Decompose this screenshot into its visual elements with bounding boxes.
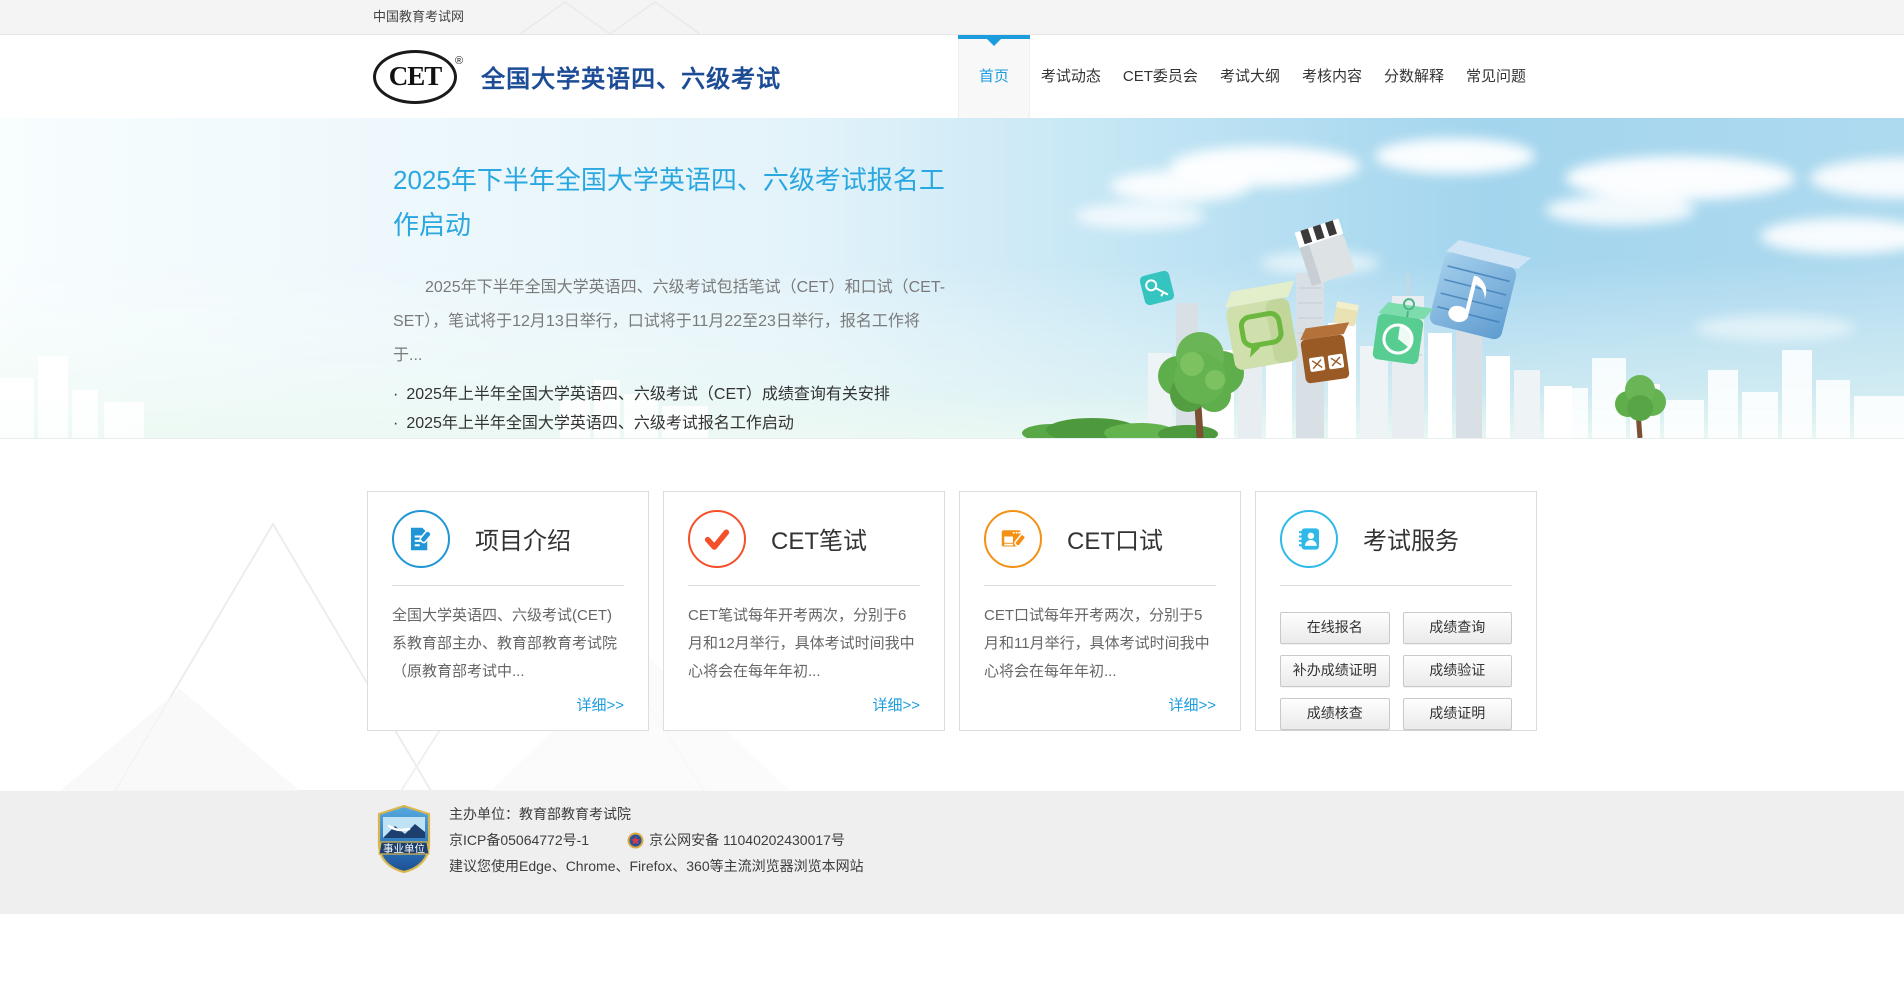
main-nav: 首页 考试动态 CET委员会 考试大纲 考核内容 分数解释 常见问题: [957, 35, 1537, 118]
document-pencil-icon: [392, 509, 450, 568]
nav-item-cet-committee[interactable]: CET委员会: [1112, 35, 1209, 118]
news-list-item[interactable]: 2025年上半年全国大学英语四、六级考试（CET）成绩查询有关安排: [393, 380, 953, 409]
card-cet-oral-test: CET口试 CET口试每年开考两次，分别于5月和11月举行，具体考试时间我中心将…: [959, 491, 1241, 731]
score-inquiry-button[interactable]: 成绩查询: [1402, 612, 1512, 644]
public-institution-badge: 事业单位: [377, 804, 431, 874]
score-recheck-button[interactable]: 成绩核查: [1280, 698, 1390, 730]
card-title: CET笔试: [771, 528, 867, 555]
nav-item-score-explanation[interactable]: 分数解释: [1373, 35, 1455, 118]
card-title: 项目介绍: [475, 528, 571, 555]
nav-item-home[interactable]: 首页: [957, 35, 1030, 118]
detail-link[interactable]: 详细>>: [576, 694, 624, 715]
checkmark-icon: [688, 509, 746, 568]
card-title: 考试服务: [1363, 528, 1459, 555]
police-emblem-icon: [627, 832, 644, 848]
news-list-item[interactable]: 2025年上半年全国大学英语四、六级考试报名工作启动: [393, 409, 953, 438]
featured-news-headline[interactable]: 2025年下半年全国大学英语四、六级考试报名工作启动: [393, 158, 958, 248]
registered-mark: ®: [455, 54, 464, 67]
card-program-intro: 项目介绍 全国大学英语四、六级考试(CET)系教育部主办、教育部教育考试院（原教…: [367, 491, 649, 731]
nav-item-faq[interactable]: 常见问题: [1455, 35, 1537, 118]
nav-item-exam-news[interactable]: 考试动态: [1030, 35, 1112, 118]
icp-license-link[interactable]: 京ICP备05064772号-1: [449, 830, 589, 850]
card-cet-written-test: CET笔试 CET笔试每年开考两次，分别于6月和12月举行，具体考试时间我中心将…: [663, 491, 945, 731]
top-utility-bar: 中国教育考试网: [0, 0, 1904, 35]
card-body-text: CET笔试每年开考两次，分别于6月和12月举行，具体考试时间我中心将会在每年年初…: [688, 607, 915, 680]
card-body-text: CET口试每年开考两次，分别于5月和11月举行，具体考试时间我中心将会在每年年初…: [984, 607, 1210, 680]
cet-logo-oval: CET: [373, 49, 457, 104]
contact-book-icon: [1280, 509, 1338, 568]
online-registration-button[interactable]: 在线报名: [1280, 612, 1390, 644]
card-title: CET口试: [1067, 528, 1163, 555]
detail-link[interactable]: 详细>>: [1168, 694, 1216, 715]
browser-pencil-icon: [984, 509, 1042, 568]
nav-item-assessment-content[interactable]: 考核内容: [1291, 35, 1373, 118]
browser-tip-line: 建议您使用Edge、Chrome、Firefox、360等主流浏览器浏览本网站: [449, 858, 864, 874]
news-list: 2025年上半年全国大学英语四、六级考试（CET）成绩查询有关安排 2025年上…: [393, 380, 953, 438]
portal-site-link[interactable]: 中国教育考试网: [367, 0, 464, 34]
detail-link[interactable]: 详细>>: [872, 694, 920, 715]
police-registration-link[interactable]: 京公网安备 11040202430017号: [649, 830, 845, 850]
score-certificate-button[interactable]: 成绩证明: [1402, 698, 1512, 730]
card-body-text: 全国大学英语四、六级考试(CET)系教育部主办、教育部教育考试院（原教育部考试中…: [392, 607, 618, 680]
organizer-line: 主办单位：教育部教育考试院: [449, 806, 631, 822]
service-button-grid: 在线报名 成绩查询 补办成绩证明 成绩验证 成绩核查 成绩证明: [1280, 612, 1512, 730]
feature-cards-section: 项目介绍 全国大学英语四、六级考试(CET)系教育部主办、教育部教育考试院（原教…: [0, 439, 1904, 791]
hero-banner: 2025年下半年全国大学英语四、六级考试报名工作启动 2025年下半年全国大学英…: [0, 118, 1904, 439]
card-exam-services: 考试服务 在线报名 成绩查询 补办成绩证明 成绩验证 成绩核查 成绩证明: [1255, 491, 1537, 731]
reissue-certificate-button[interactable]: 补办成绩证明: [1280, 655, 1390, 687]
site-header: CET ® 全国大学英语四、六级考试 首页 考试动态 CET委员会 考试大纲 考…: [0, 35, 1904, 118]
site-footer: 事业单位 主办单位：教育部教育考试院 京ICP备05064772号-1 京公网安…: [0, 791, 1904, 914]
badge-label: 事业单位: [383, 842, 425, 855]
score-verification-button[interactable]: 成绩验证: [1402, 655, 1512, 687]
cet-logo[interactable]: CET ® 全国大学英语四、六级考试: [373, 35, 781, 118]
nav-item-exam-syllabus[interactable]: 考试大纲: [1209, 35, 1291, 118]
featured-news-summary: 2025年下半年全国大学英语四、六级考试包括笔试（CET）和口试（CET-SET…: [393, 279, 946, 364]
banner-news-panel: 2025年下半年全国大学英语四、六级考试报名工作启动 2025年下半年全国大学英…: [393, 158, 953, 438]
site-title: 全国大学英语四、六级考试: [481, 66, 782, 93]
